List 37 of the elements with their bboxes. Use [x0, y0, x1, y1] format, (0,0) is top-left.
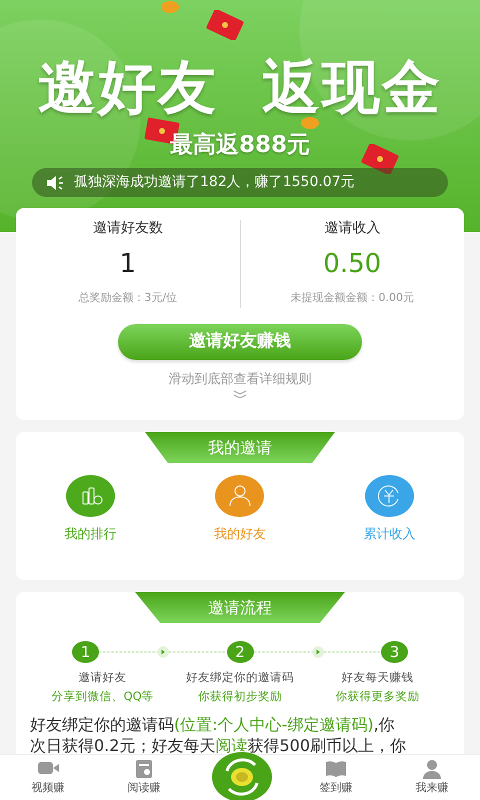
chevron-down-icon [233, 390, 247, 398]
banner-subtitle: 最高返888元 [170, 132, 310, 158]
step-number: 2 [226, 641, 254, 663]
step-title: 好友绑定你的邀请码 [184, 669, 295, 686]
friends-button[interactable] [215, 475, 264, 517]
scroll-hint: 滑动到底部查看详细规则 [168, 372, 312, 388]
menu-label: 我的好友 [212, 526, 267, 544]
step-title: 邀请好友 [78, 669, 128, 686]
person-icon [420, 758, 444, 780]
step-number: 1 [72, 641, 99, 663]
stat-note: 未提现金额金额：0.00元 [290, 290, 415, 306]
ticker-text: 孤独深海成功邀请了182人，赚了1550.07元 [74, 173, 355, 192]
tab-item[interactable]: 签到赚 [288, 755, 384, 800]
tab-item[interactable]: 视频赚 [0, 755, 96, 800]
section-header: 邀请流程 [135, 592, 345, 623]
stat-label: 邀请收入 [323, 219, 382, 238]
step-detail: 分享到微信、QQ等 [50, 688, 155, 706]
step-number: 3 [381, 641, 408, 663]
menu-label: 我的排行 [64, 526, 118, 544]
coin-icon [300, 116, 320, 130]
menu-label: 累计收入 [362, 526, 416, 544]
speaker-icon [46, 174, 64, 190]
ranking-button[interactable] [66, 475, 116, 517]
step-detail: 你获得更多奖励 [334, 688, 420, 706]
tab-item[interactable]: 阅读赚 [96, 755, 192, 800]
income-button[interactable] [364, 475, 414, 517]
coin-icon [160, 0, 180, 14]
step-title: 好友每天赚钱 [340, 669, 414, 686]
tab-item[interactable]: 我来赚 [384, 755, 480, 800]
headline: 返现金 [262, 58, 442, 116]
stat-value: 0.50 [322, 249, 382, 280]
step-detail: 你获得初步奖励 [196, 688, 283, 706]
stat-label: 邀请好友数 [92, 219, 164, 238]
stat-value: 1 [118, 249, 138, 280]
stat-note: 总奖励金额：3元/位 [77, 290, 178, 306]
headline: 邀好友 [38, 58, 218, 116]
section-header: 我的邀请 [145, 432, 335, 463]
